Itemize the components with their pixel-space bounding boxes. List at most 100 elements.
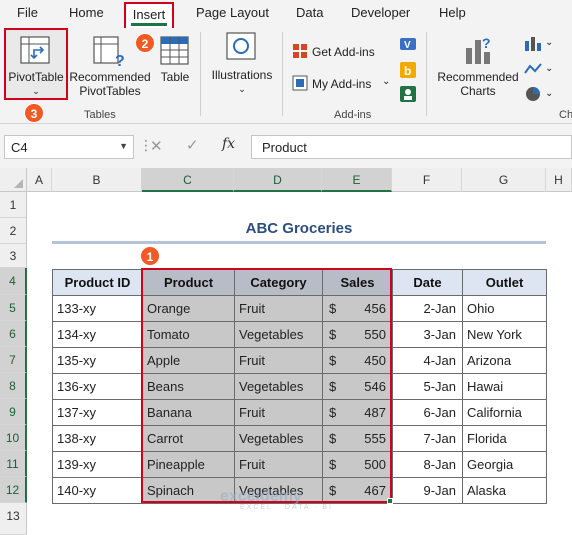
cell-product-id[interactable]: 137-xy bbox=[52, 399, 143, 426]
cell-product-id[interactable]: 140-xy bbox=[52, 477, 143, 504]
cell-product[interactable]: Banana bbox=[142, 399, 235, 426]
cell-category[interactable]: Fruit bbox=[234, 295, 323, 322]
header-outlet[interactable]: Outlet bbox=[462, 269, 547, 296]
select-all-button[interactable] bbox=[0, 168, 27, 192]
cell-sales[interactable]: $467 bbox=[322, 477, 393, 504]
tab-developer[interactable]: Developer bbox=[351, 5, 410, 20]
cell-sales[interactable]: $550 bbox=[322, 321, 393, 348]
chevron-down-icon[interactable]: ⌄ bbox=[545, 87, 553, 101]
row-header-2[interactable]: 2 bbox=[0, 218, 27, 244]
cell-date[interactable]: 2-Jan bbox=[392, 295, 463, 322]
cell-date[interactable]: 9-Jan bbox=[392, 477, 463, 504]
cell-product-id[interactable]: 135-xy bbox=[52, 347, 143, 374]
pivottable-button[interactable]: PivotTable ⌄ bbox=[4, 28, 68, 100]
pie-chart-icon[interactable] bbox=[524, 86, 542, 102]
cell-category[interactable]: Vegetables bbox=[234, 321, 323, 348]
row-header-4[interactable]: 4 bbox=[0, 268, 27, 295]
row-header-12[interactable]: 12 bbox=[0, 477, 27, 503]
cell-category[interactable]: Fruit bbox=[234, 451, 323, 478]
cell-sales[interactable]: $546 bbox=[322, 373, 393, 400]
cell-product[interactable]: Pineapple bbox=[142, 451, 235, 478]
cell-outlet[interactable]: California bbox=[462, 399, 547, 426]
column-header-d[interactable]: D bbox=[234, 168, 322, 192]
cell-category[interactable]: Fruit bbox=[234, 347, 323, 374]
tab-file[interactable]: File bbox=[17, 5, 38, 20]
bing-icon[interactable]: b bbox=[400, 62, 416, 78]
column-chart-icon[interactable] bbox=[524, 35, 542, 51]
chevron-down-icon[interactable]: ▼ bbox=[119, 141, 128, 151]
cell-product-id[interactable]: 136-xy bbox=[52, 373, 143, 400]
column-header-h[interactable]: H bbox=[546, 168, 572, 192]
header-product-id[interactable]: Product ID bbox=[52, 269, 143, 296]
cell-outlet[interactable]: Alaska bbox=[462, 477, 547, 504]
cell-sales[interactable]: $555 bbox=[322, 425, 393, 452]
row-header-13[interactable]: 13 bbox=[0, 503, 27, 535]
row-header-1[interactable]: 1 bbox=[0, 192, 27, 218]
row-header-11[interactable]: 11 bbox=[0, 451, 27, 477]
cell-outlet[interactable]: Ohio bbox=[462, 295, 547, 322]
formula-input[interactable]: Product bbox=[251, 135, 572, 159]
row-header-9[interactable]: 9 bbox=[0, 399, 27, 425]
worksheet-grid[interactable]: A B C D E F G H 1 2 3 4 5 6 7 8 9 10 11 … bbox=[0, 168, 572, 535]
cell-product[interactable]: Orange bbox=[142, 295, 235, 322]
cell-sales[interactable]: $450 bbox=[322, 347, 393, 374]
cell-sales[interactable]: $487 bbox=[322, 399, 393, 426]
tab-home[interactable]: Home bbox=[69, 5, 104, 20]
tab-page-layout[interactable]: Page Layout bbox=[196, 5, 269, 20]
cell-sales[interactable]: $500 bbox=[322, 451, 393, 478]
cell-product[interactable]: Apple bbox=[142, 347, 235, 374]
cell-category[interactable]: Vegetables bbox=[234, 373, 323, 400]
cell-product[interactable]: Carrot bbox=[142, 425, 235, 452]
cell-date[interactable]: 3-Jan bbox=[392, 321, 463, 348]
cell-date[interactable]: 6-Jan bbox=[392, 399, 463, 426]
cell-sales[interactable]: $456 bbox=[322, 295, 393, 322]
chevron-down-icon[interactable]: ⌄ bbox=[545, 36, 553, 50]
cell-outlet[interactable]: Arizona bbox=[462, 347, 547, 374]
column-header-b[interactable]: B bbox=[52, 168, 142, 192]
cell-product-id[interactable]: 138-xy bbox=[52, 425, 143, 452]
row-header-5[interactable]: 5 bbox=[0, 295, 27, 321]
tab-data[interactable]: Data bbox=[296, 5, 323, 20]
cell-date[interactable]: 8-Jan bbox=[392, 451, 463, 478]
confirm-icon[interactable]: ✓ bbox=[186, 136, 199, 154]
name-box[interactable]: C4 ▼ bbox=[4, 135, 134, 159]
column-header-a[interactable]: A bbox=[27, 168, 52, 192]
row-header-10[interactable]: 10 bbox=[0, 425, 27, 451]
column-header-f[interactable]: F bbox=[392, 168, 462, 192]
cell-category[interactable]: Vegetables bbox=[234, 425, 323, 452]
row-header-8[interactable]: 8 bbox=[0, 373, 27, 399]
header-date[interactable]: Date bbox=[392, 269, 463, 296]
cell-date[interactable]: 4-Jan bbox=[392, 347, 463, 374]
cell-outlet[interactable]: Georgia bbox=[462, 451, 547, 478]
cell-date[interactable]: 7-Jan bbox=[392, 425, 463, 452]
cell-outlet[interactable]: New York bbox=[462, 321, 547, 348]
cell-product[interactable]: Tomato bbox=[142, 321, 235, 348]
cell-product[interactable]: Beans bbox=[142, 373, 235, 400]
column-header-g[interactable]: G bbox=[462, 168, 546, 192]
column-header-c[interactable]: C bbox=[142, 168, 234, 192]
cancel-icon[interactable]: ✕ bbox=[150, 137, 163, 155]
header-product[interactable]: Product bbox=[142, 269, 235, 296]
fill-handle[interactable] bbox=[387, 498, 393, 504]
row-header-7[interactable]: 7 bbox=[0, 347, 27, 373]
header-sales[interactable]: Sales bbox=[322, 269, 393, 296]
column-header-e[interactable]: E bbox=[322, 168, 392, 192]
tab-help[interactable]: Help bbox=[439, 5, 466, 20]
cell-outlet[interactable]: Florida bbox=[462, 425, 547, 452]
row-header-6[interactable]: 6 bbox=[0, 321, 27, 347]
visio-icon[interactable]: V bbox=[400, 36, 416, 52]
people-graph-icon[interactable] bbox=[400, 86, 416, 102]
cell-date[interactable]: 5-Jan bbox=[392, 373, 463, 400]
tab-insert[interactable]: Insert bbox=[124, 2, 174, 30]
line-chart-icon[interactable] bbox=[524, 61, 542, 77]
row-header-3[interactable]: 3 bbox=[0, 244, 27, 268]
cell-outlet[interactable]: Hawai bbox=[462, 373, 547, 400]
cell-product-id[interactable]: 133-xy bbox=[52, 295, 143, 322]
sheet-title[interactable]: ABC Groceries bbox=[52, 220, 546, 237]
cell-product-id[interactable]: 134-xy bbox=[52, 321, 143, 348]
cell-category[interactable]: Fruit bbox=[234, 399, 323, 426]
insert-function-button[interactable]: fx bbox=[222, 136, 235, 152]
cell-product-id[interactable]: 139-xy bbox=[52, 451, 143, 478]
chevron-down-icon[interactable]: ⌄ bbox=[545, 62, 553, 76]
header-category[interactable]: Category bbox=[234, 269, 323, 296]
